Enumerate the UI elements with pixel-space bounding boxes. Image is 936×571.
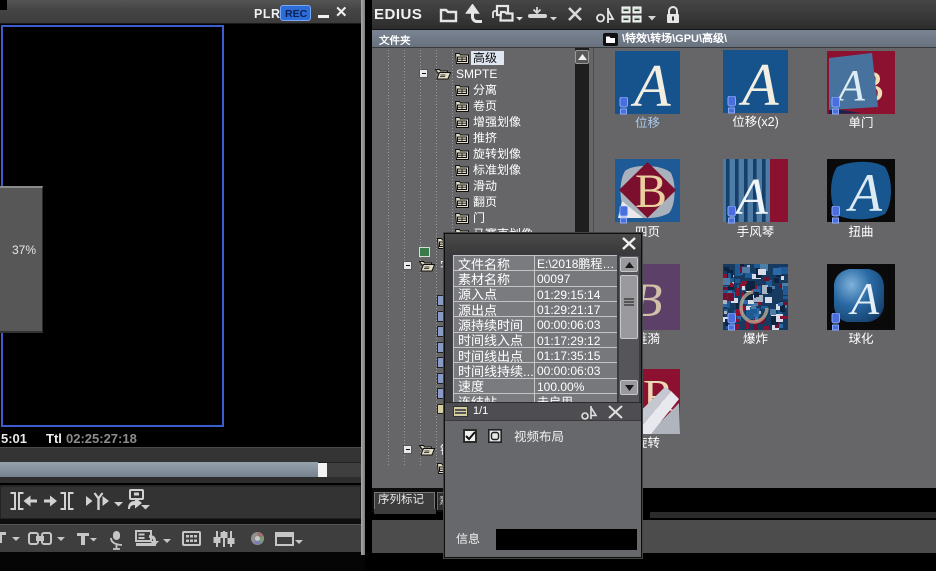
svg-text:A: A xyxy=(738,52,779,113)
svg-text:A: A xyxy=(733,169,768,223)
svg-text:A: A xyxy=(846,163,883,223)
svg-text:B: B xyxy=(635,165,667,218)
svg-text:A: A xyxy=(848,273,880,324)
svg-text:A: A xyxy=(630,53,671,114)
